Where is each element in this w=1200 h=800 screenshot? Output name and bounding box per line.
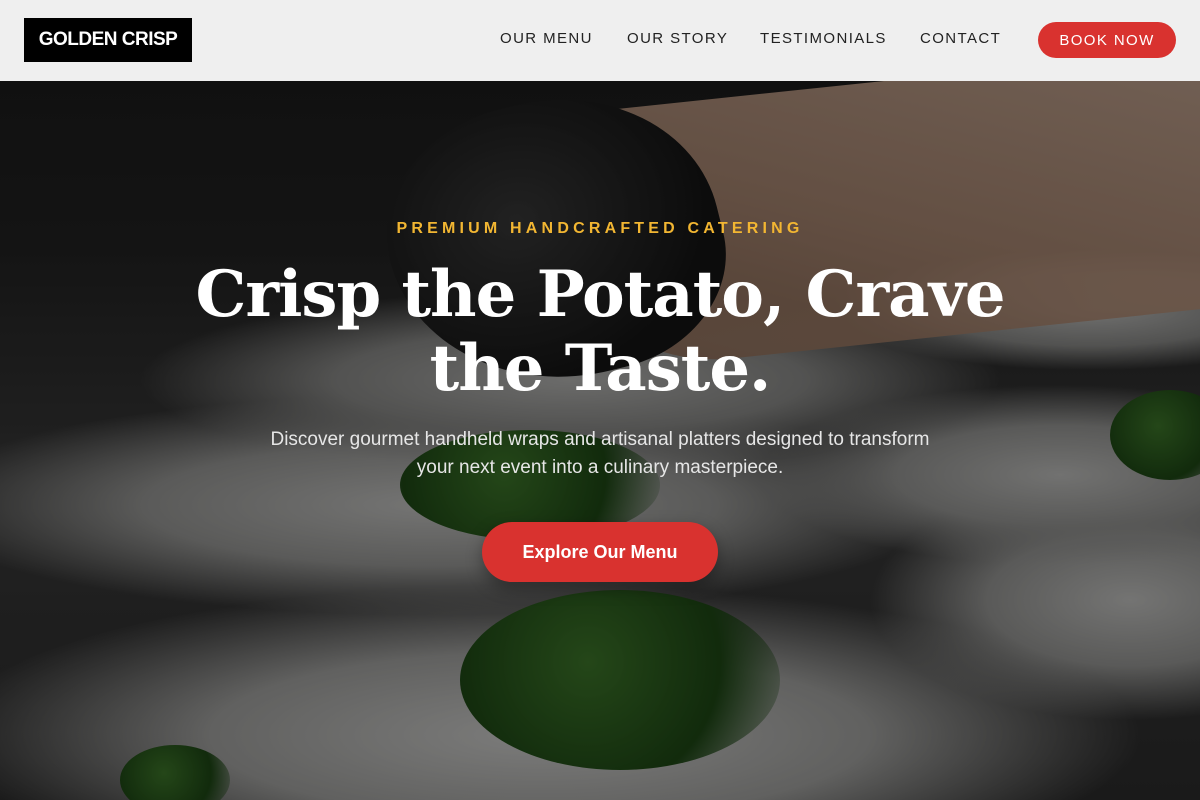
nav-link-our-menu[interactable]: OUR MENU (500, 30, 593, 47)
nav-link-testimonials[interactable]: TESTIMONIALS (760, 30, 887, 47)
explore-menu-button[interactable]: Explore Our Menu (482, 522, 718, 582)
nav-link-contact[interactable]: CONTACT (920, 30, 1001, 47)
landing-page: GOLDEN CRISP OUR MENU OUR STORY TESTIMON… (0, 0, 1200, 800)
hero-headline: Crisp the Potato, Crave the Taste. (195, 257, 1005, 406)
hero-subtext: Discover gourmet handheld wraps and arti… (270, 429, 930, 478)
nav-link-our-story[interactable]: OUR STORY (627, 30, 728, 47)
hero-section: PREMIUM HANDCRAFTED CATERING Crisp the P… (0, 0, 1200, 800)
site-logo[interactable]: GOLDEN CRISP (24, 18, 192, 62)
site-header: GOLDEN CRISP OUR MENU OUR STORY TESTIMON… (0, 0, 1200, 81)
book-now-button[interactable]: BOOK NOW (1038, 22, 1176, 58)
hero-eyebrow: PREMIUM HANDCRAFTED CATERING (396, 220, 804, 237)
